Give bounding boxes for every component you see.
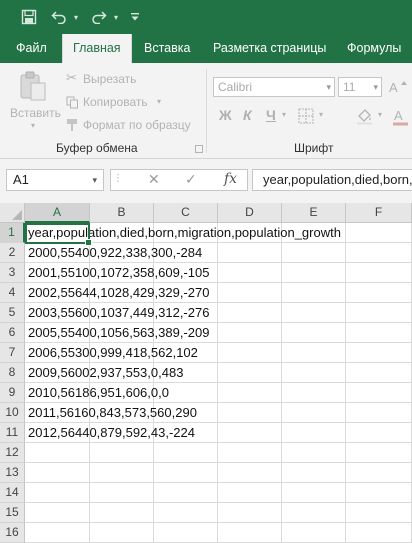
fill-color-icon[interactable]: [356, 107, 374, 128]
chevron-down-icon: ▾: [326, 82, 331, 92]
paste-button[interactable]: Вставить: [10, 106, 61, 120]
borders-dropdown-icon[interactable]: ▾: [319, 110, 323, 119]
row-header-15[interactable]: 15: [0, 503, 25, 523]
copy-icon[interactable]: [66, 96, 79, 112]
clipboard-group-title: Буфер обмена: [56, 141, 138, 155]
svg-text:A: A: [389, 80, 398, 95]
column-header-b[interactable]: B: [90, 203, 154, 223]
chevron-down-icon: ▾: [92, 175, 97, 185]
customize-toolbar-icon[interactable]: [128, 7, 142, 27]
formula-buttons: ✕ ✓ fx ⋮: [110, 169, 248, 191]
row-header-14[interactable]: 14: [0, 483, 25, 503]
tab-insert[interactable]: Вставка: [144, 34, 190, 63]
tab-home[interactable]: Главная: [62, 34, 132, 63]
font-name-select[interactable]: Calibri ▾: [213, 77, 335, 97]
undo-dropdown-icon[interactable]: ▾: [70, 7, 82, 27]
row-header-10[interactable]: 10: [0, 403, 25, 423]
font-color-icon[interactable]: A: [392, 108, 410, 129]
row-header-6[interactable]: 6: [0, 323, 25, 343]
formula-input[interactable]: year,population,died,born,migration,popu…: [252, 169, 412, 191]
borders-icon[interactable]: [298, 108, 314, 127]
cell-a8[interactable]: 2009,56002,937,553,0,483: [28, 363, 183, 383]
column-header-f[interactable]: F: [346, 203, 412, 223]
row-header-13[interactable]: 13: [0, 463, 25, 483]
italic-button[interactable]: К: [243, 107, 252, 123]
more-icon: ⋮: [113, 173, 123, 184]
cell-a9[interactable]: 2010,56186,951,606,0,0: [28, 383, 169, 403]
redo-dropdown-icon[interactable]: ▾: [110, 7, 122, 27]
row-header-7[interactable]: 7: [0, 343, 25, 363]
cell-a5[interactable]: 2003,55600,1037,449,312,-276: [28, 303, 209, 323]
gridline: [25, 482, 412, 483]
redo-icon[interactable]: [88, 7, 110, 27]
row-header-12[interactable]: 12: [0, 443, 25, 463]
cell-a6[interactable]: 2005,55400,1056,563,389,-209: [28, 323, 209, 343]
bold-button[interactable]: Ж: [219, 107, 232, 123]
tab-formulas[interactable]: Формулы: [347, 34, 401, 63]
column-header-a[interactable]: A: [25, 203, 90, 223]
cut-button[interactable]: Вырезать: [83, 72, 136, 86]
format-painter-icon[interactable]: [66, 118, 80, 135]
row-header-11[interactable]: 11: [0, 423, 25, 443]
ribbon-tabs: Файл Главная Вставка Разметка страницы Ф…: [0, 34, 412, 63]
title-bar: ▾ ▾: [0, 0, 412, 34]
gridline: [25, 462, 412, 463]
row-header-9[interactable]: 9: [0, 383, 25, 403]
cancel-icon[interactable]: ✕: [148, 171, 160, 188]
gridline: [25, 522, 412, 523]
cut-icon[interactable]: ✂: [66, 70, 77, 86]
row-header-2[interactable]: 2: [0, 243, 25, 263]
ribbon-separator: [206, 69, 207, 153]
name-box[interactable]: A1 ▾: [6, 169, 104, 191]
underline-button[interactable]: Ч: [266, 107, 276, 123]
gridline: [281, 223, 282, 543]
tab-page-layout[interactable]: Разметка страницы: [213, 34, 326, 63]
paste-dropdown-icon[interactable]: ▾: [31, 121, 35, 130]
font-size-value: 11: [343, 80, 356, 94]
font-name-value: Calibri: [218, 80, 253, 94]
name-box-value: A1: [13, 172, 29, 187]
cell-a4[interactable]: 2002,55644,1028,429,329,-270: [28, 283, 209, 303]
row-header-4[interactable]: 4: [0, 283, 25, 303]
row-header-5[interactable]: 5: [0, 303, 25, 323]
cell-a10[interactable]: 2011,56160,843,573,560,290: [28, 403, 197, 423]
svg-text:A: A: [394, 108, 403, 123]
gridline: [25, 502, 412, 503]
font-size-select[interactable]: 11 ▾: [338, 77, 382, 97]
chevron-down-icon: ▾: [373, 82, 378, 92]
gridline: [217, 223, 218, 543]
ribbon: Вставить ▾ ✂ Вырезать Копировать ▾ Форма…: [0, 63, 412, 159]
increase-font-size-icon[interactable]: A: [389, 79, 409, 98]
undo-icon[interactable]: [48, 7, 70, 27]
paste-icon[interactable]: [17, 70, 49, 105]
underline-dropdown-icon[interactable]: ▾: [282, 110, 286, 119]
row-header-8[interactable]: 8: [0, 363, 25, 383]
formula-bar: A1 ▾ ✕ ✓ fx ⋮ year,population,died,born,…: [0, 159, 412, 203]
column-header-e[interactable]: E: [282, 203, 346, 223]
fill-color-dropdown-icon[interactable]: ▾: [378, 110, 382, 119]
clipboard-launcher-icon[interactable]: [195, 145, 203, 153]
enter-icon[interactable]: ✓: [185, 171, 197, 188]
copy-dropdown-icon[interactable]: ▾: [157, 97, 161, 106]
cell-a7[interactable]: 2006,55300,999,418,562,102: [28, 343, 198, 363]
cell-a11[interactable]: 2012,56440,879,592,43,-224: [28, 423, 195, 443]
row-header-16[interactable]: 16: [0, 523, 25, 543]
gridline: [345, 223, 346, 543]
select-all-button[interactable]: [0, 203, 25, 223]
copy-button[interactable]: Копировать: [83, 95, 148, 109]
cell-a3[interactable]: 2001,55100,1072,358,609,-105: [28, 263, 209, 283]
format-painter-button[interactable]: Формат по образцу: [83, 118, 191, 132]
row-header-1[interactable]: 1: [0, 223, 25, 243]
active-cell-selection[interactable]: [25, 223, 92, 246]
insert-function-icon[interactable]: fx: [224, 171, 237, 187]
column-header-c[interactable]: C: [154, 203, 218, 223]
spreadsheet-grid[interactable]: A B C D E F 1 2 3 4 5 6 7 8 9 10 11 12 13 14 15 16 year,popula…: [0, 203, 412, 543]
save-icon[interactable]: [18, 7, 40, 27]
column-header-d[interactable]: D: [218, 203, 282, 223]
row-header-3[interactable]: 3: [0, 263, 25, 283]
font-group-title: Шрифт: [294, 141, 334, 155]
cell-a2[interactable]: 2000,55400,922,338,300,-284: [28, 243, 202, 263]
tab-file[interactable]: Файл: [16, 34, 47, 63]
